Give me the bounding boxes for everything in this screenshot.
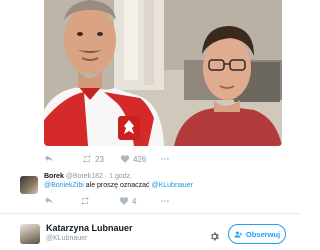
mention-link[interactable]: @BoniekZibi	[44, 182, 84, 189]
like-count: 4	[132, 196, 137, 206]
reply-button[interactable]	[44, 196, 54, 206]
like-button[interactable]: 426	[120, 154, 146, 164]
reply-text: @BoniekZibi ale proszę oznaczać @KLubnau…	[44, 182, 193, 189]
reply-header: Borek @Borek182 · 1 godz.	[44, 173, 132, 180]
like-count: 426	[133, 154, 147, 164]
more-icon	[161, 158, 169, 160]
heart-icon	[119, 197, 129, 205]
avatar[interactable]	[20, 224, 40, 244]
profile-card: Katarzyna Lubnauer @KLubnauer Obserwuj	[0, 214, 300, 250]
reply-icon	[44, 197, 53, 204]
reply-button[interactable]	[44, 154, 54, 164]
settings-button[interactable]	[209, 229, 220, 241]
photo-image	[44, 0, 282, 146]
reply-author-name[interactable]: Borek	[44, 173, 64, 180]
profile-handle[interactable]: @KLubnauer	[46, 235, 87, 242]
tweet-photo[interactable]	[44, 0, 282, 146]
reply-timestamp[interactable]: 1 godz.	[109, 173, 132, 180]
follow-icon	[234, 231, 243, 237]
retweet-button[interactable]: 23	[82, 154, 104, 164]
reply-icon	[44, 155, 53, 162]
follow-label: Obserwuj	[245, 229, 281, 239]
separator-dot: ·	[104, 173, 108, 180]
reply-text-body: ale proszę oznaczać	[83, 182, 152, 189]
reply-author-handle[interactable]: @Borek182	[66, 173, 103, 180]
gear-icon	[211, 232, 219, 241]
avatar[interactable]	[20, 176, 38, 194]
follow-button[interactable]: Obserwuj	[228, 224, 286, 244]
more-button[interactable]	[160, 196, 170, 206]
like-button[interactable]: 4	[119, 196, 136, 206]
retweet-count: 23	[95, 154, 104, 164]
retweet-icon	[83, 154, 91, 164]
heart-icon	[120, 155, 130, 163]
profile-name[interactable]: Katarzyna Lubnauer	[46, 223, 133, 233]
retweet-button[interactable]	[80, 196, 90, 206]
more-button[interactable]	[160, 154, 170, 164]
more-icon	[161, 200, 169, 202]
retweet-icon	[81, 196, 89, 206]
mention-link[interactable]: @KLubnauer	[152, 182, 193, 189]
